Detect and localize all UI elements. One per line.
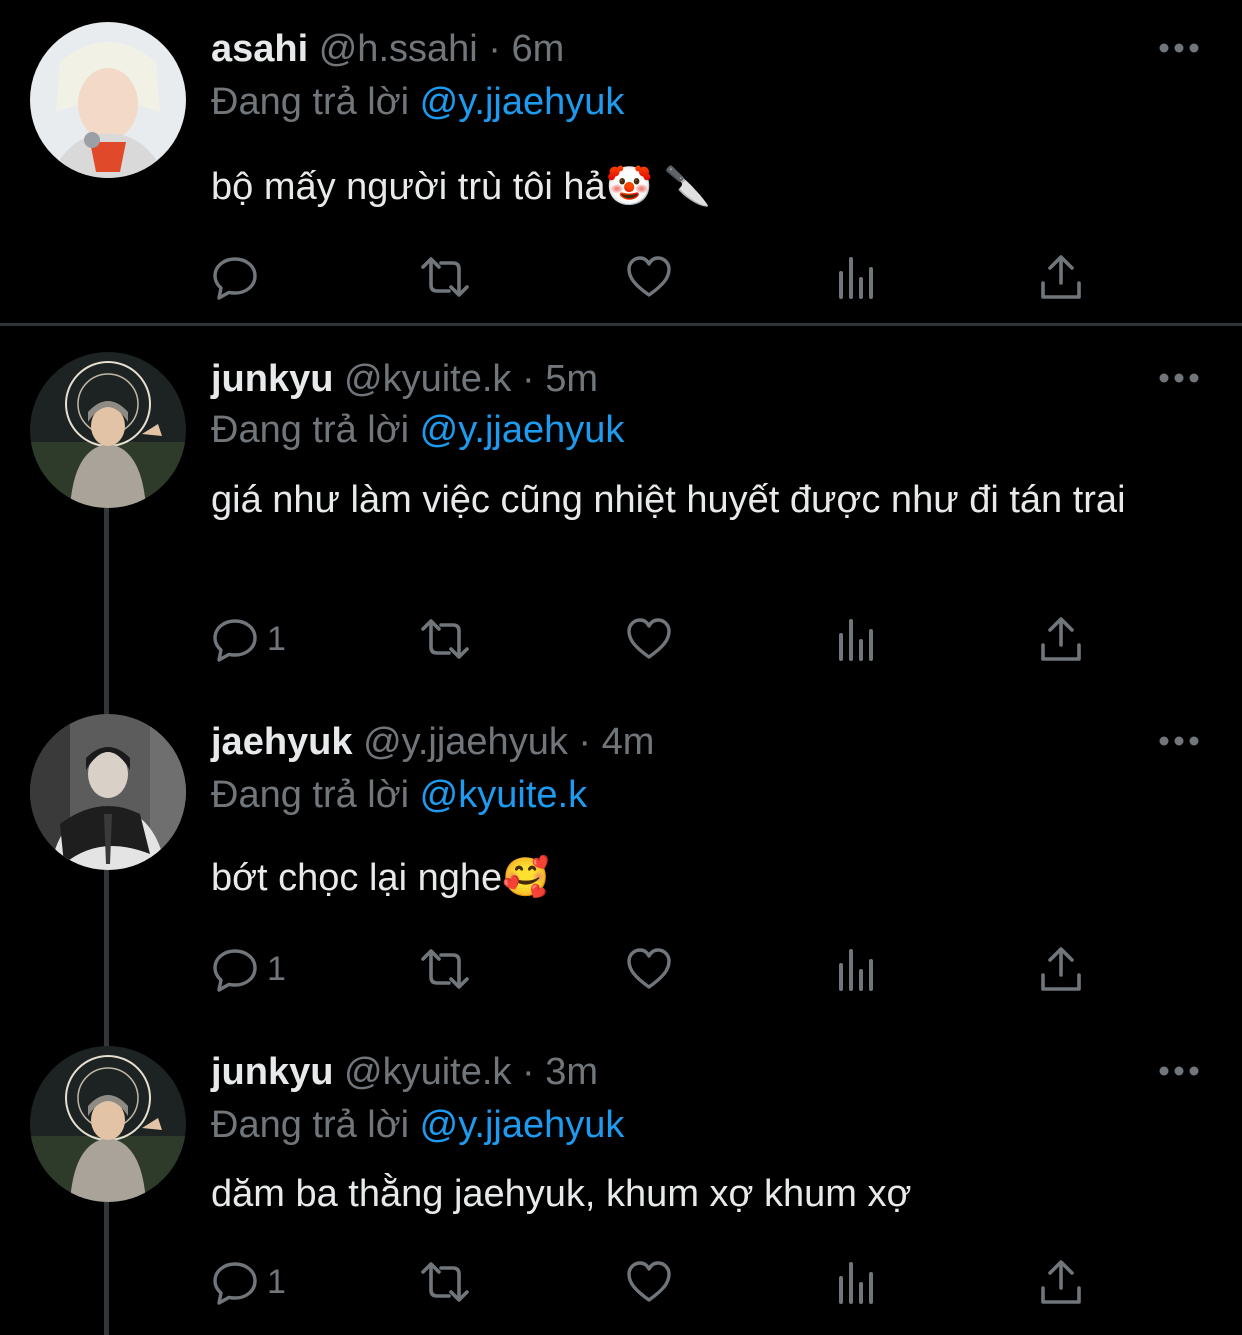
- share-button[interactable]: [1037, 614, 1085, 664]
- display-name[interactable]: jaehyuk: [211, 721, 353, 763]
- like-button[interactable]: [625, 944, 673, 994]
- display-name[interactable]: asahi: [211, 28, 308, 70]
- tweet-text: dăm ba thằng jaehyuk, khum xợ khum xợ: [211, 1173, 912, 1215]
- more-icon[interactable]: [1158, 38, 1200, 58]
- display-name[interactable]: junkyu: [211, 358, 333, 400]
- username[interactable]: @kyuite.k: [344, 1051, 511, 1093]
- views-icon: [839, 257, 873, 299]
- tweet-header: junkyu @kyuite.k · 5m: [211, 356, 598, 402]
- reply-icon: [213, 949, 257, 992]
- separator: ·: [522, 358, 535, 400]
- views-button[interactable]: [833, 252, 881, 302]
- tweet[interactable]: junkyu @kyuite.k · 5m Đang trả lời @y.jj…: [0, 326, 1242, 696]
- replying-to-label: Đang trả lời: [211, 774, 410, 816]
- retweet-icon: [421, 1262, 469, 1302]
- timestamp[interactable]: 4m: [602, 721, 655, 763]
- reply-button[interactable]: 1: [211, 944, 286, 994]
- mention-link[interactable]: @y.jjaehyuk: [420, 409, 625, 451]
- retweet-icon: [421, 949, 469, 989]
- share-button[interactable]: [1037, 1257, 1085, 1307]
- more-icon[interactable]: [1158, 1061, 1200, 1081]
- action-bar: [211, 252, 1091, 302]
- timestamp[interactable]: 5m: [545, 358, 598, 400]
- like-icon: [627, 256, 671, 297]
- views-button[interactable]: [833, 1257, 881, 1307]
- views-icon: [839, 1262, 873, 1304]
- reply-button[interactable]: [211, 252, 267, 302]
- views-icon: [839, 619, 873, 661]
- action-bar: 1: [211, 614, 1091, 664]
- mention-link[interactable]: @y.jjaehyuk: [420, 81, 625, 123]
- mention-link[interactable]: @y.jjaehyuk: [420, 1104, 625, 1146]
- avatar[interactable]: [30, 714, 186, 870]
- retweet-icon: [421, 257, 469, 297]
- share-icon: [1041, 255, 1081, 299]
- avatar[interactable]: [30, 22, 186, 178]
- tweet[interactable]: junkyu @kyuite.k · 3m Đang trả lời @y.jj…: [0, 1020, 1242, 1335]
- tweet[interactable]: asahi @h.ssahi · 6m Đang trả lời @y.jjae…: [0, 0, 1242, 323]
- reply-count: 1: [267, 619, 286, 658]
- username[interactable]: @y.jjaehyuk: [363, 721, 568, 763]
- display-name[interactable]: junkyu: [211, 1051, 333, 1093]
- like-button[interactable]: [625, 614, 673, 664]
- avatar[interactable]: [30, 352, 186, 508]
- tweet-text: bớt chọc lại nghe🥰: [211, 857, 550, 899]
- action-bar: 1: [211, 944, 1091, 994]
- replying-to: Đang trả lời @y.jjaehyuk: [211, 407, 624, 453]
- tweet-header: asahi @h.ssahi · 6m: [211, 26, 564, 72]
- views-icon: [839, 949, 873, 991]
- reply-count: 1: [267, 949, 286, 988]
- retweet-button[interactable]: [417, 614, 473, 664]
- like-icon: [627, 948, 671, 989]
- retweet-button[interactable]: [417, 944, 473, 994]
- replying-to: Đang trả lời @y.jjaehyuk: [211, 1102, 624, 1148]
- timestamp[interactable]: 3m: [545, 1051, 598, 1093]
- tweet-text: giá như làm việc cũng nhiệt huyết được n…: [211, 479, 1126, 521]
- replying-to: Đang trả lời @y.jjaehyuk: [211, 79, 624, 125]
- separator: ·: [488, 28, 501, 70]
- separator: ·: [522, 1051, 535, 1093]
- replying-to: Đang trả lời @kyuite.k: [211, 772, 587, 818]
- avatar-image: [30, 1046, 186, 1202]
- reply-icon: [213, 1262, 257, 1305]
- reply-icon: [213, 619, 257, 662]
- share-icon: [1041, 947, 1081, 991]
- action-bar: 1: [211, 1257, 1091, 1307]
- views-button[interactable]: [833, 944, 881, 994]
- retweet-button[interactable]: [417, 252, 473, 302]
- reply-count: 1: [267, 1262, 286, 1301]
- share-icon: [1041, 617, 1081, 661]
- replying-to-label: Đang trả lời: [211, 81, 410, 123]
- tweet-header: jaehyuk @y.jjaehyuk · 4m: [211, 719, 654, 765]
- username[interactable]: @kyuite.k: [344, 358, 511, 400]
- tweet-text: bộ mấy người trù tôi hả🤡 🔪: [211, 166, 711, 208]
- share-button[interactable]: [1037, 944, 1085, 994]
- mention-link[interactable]: @kyuite.k: [420, 774, 587, 816]
- share-button[interactable]: [1037, 252, 1085, 302]
- avatar-image: [30, 352, 186, 508]
- like-button[interactable]: [625, 1257, 673, 1307]
- avatar-image: [30, 22, 186, 178]
- more-icon[interactable]: [1158, 368, 1200, 388]
- share-icon: [1041, 1260, 1081, 1304]
- more-icon[interactable]: [1158, 731, 1200, 751]
- avatar[interactable]: [30, 1046, 186, 1202]
- avatar-image: [30, 714, 186, 870]
- like-icon: [627, 1261, 671, 1302]
- like-button[interactable]: [625, 252, 673, 302]
- replying-to-label: Đang trả lời: [211, 409, 410, 451]
- retweet-button[interactable]: [417, 1257, 473, 1307]
- username[interactable]: @h.ssahi: [319, 28, 478, 70]
- tweet[interactable]: jaehyuk @y.jjaehyuk · 4m Đang trả lời @k…: [0, 696, 1242, 1016]
- separator: ·: [578, 721, 592, 763]
- reply-button[interactable]: 1: [211, 614, 286, 664]
- replying-to-label: Đang trả lời: [211, 1104, 410, 1146]
- like-icon: [627, 618, 671, 659]
- reply-icon: [213, 257, 257, 300]
- tweet-header: junkyu @kyuite.k · 3m: [211, 1049, 598, 1095]
- timestamp[interactable]: 6m: [512, 28, 565, 70]
- retweet-icon: [421, 619, 469, 659]
- reply-button[interactable]: 1: [211, 1257, 286, 1307]
- views-button[interactable]: [833, 614, 881, 664]
